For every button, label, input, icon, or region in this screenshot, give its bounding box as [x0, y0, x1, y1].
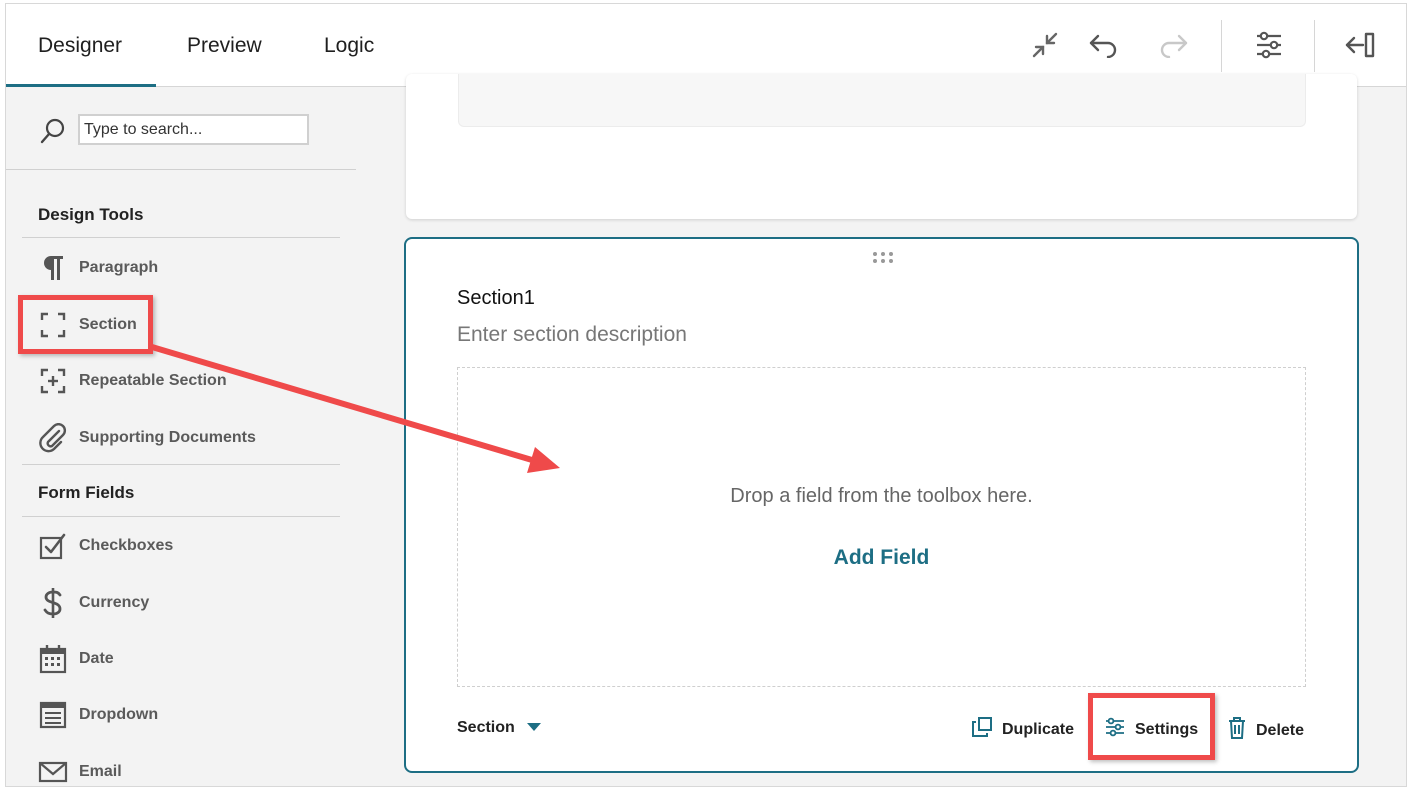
toolbox-item-dropdown[interactable]: Dropdown	[38, 698, 338, 732]
settings-label: Settings	[1135, 720, 1199, 738]
section-type-label: Section	[457, 719, 515, 736]
active-tab-indicator	[6, 84, 156, 87]
previous-card-content	[458, 74, 1306, 127]
field-drop-zone[interactable]: Drop a field from the toolbox here. Add …	[457, 367, 1306, 687]
design-tools-heading: Design Tools	[38, 205, 144, 224]
undo-icon[interactable]	[1086, 28, 1120, 62]
toolbar-divider	[1221, 20, 1222, 72]
search-input[interactable]	[78, 114, 309, 145]
redo-icon[interactable]	[1157, 28, 1191, 62]
toolbox-item-label: Repeatable Section	[79, 372, 227, 389]
toolbox-item-label: Supporting Documents	[79, 429, 256, 446]
duplicate-button[interactable]: Duplicate	[972, 717, 1074, 742]
collapse-icon[interactable]	[1028, 28, 1062, 62]
form-fields-heading: Form Fields	[38, 483, 135, 502]
checkbox-icon	[38, 531, 68, 561]
dollar-icon	[38, 588, 68, 618]
divider	[22, 237, 340, 238]
divider	[22, 516, 340, 517]
tab-preview[interactable]: Preview	[187, 4, 262, 87]
duplicate-icon	[972, 717, 992, 742]
drag-handle-icon[interactable]	[872, 251, 894, 270]
toolbox-item-label: Currency	[79, 594, 150, 611]
tab-logic[interactable]: Logic	[324, 4, 374, 87]
section-description[interactable]: Enter section description	[457, 323, 687, 347]
delete-label: Delete	[1256, 721, 1305, 739]
settings-sliders-icon	[1105, 717, 1125, 742]
toolbox-item-repeatable-section[interactable]: Repeatable Section	[38, 364, 338, 398]
toolbox-item-email[interactable]: Email	[38, 755, 338, 786]
collapse-panel-icon[interactable]	[1343, 28, 1377, 62]
settings-sliders-icon[interactable]	[1252, 28, 1286, 62]
drop-zone-text: Drop a field from the toolbox here.	[730, 485, 1033, 507]
add-field-link[interactable]: Add Field	[458, 546, 1305, 570]
toolbox-item-label: Checkboxes	[79, 537, 174, 554]
toolbox-item-label: Section	[79, 316, 137, 333]
divider	[22, 464, 340, 465]
toolbox-item-supporting-documents[interactable]: Supporting Documents	[38, 421, 338, 455]
envelope-icon	[38, 757, 68, 786]
toolbox-item-section[interactable]: Section	[38, 308, 338, 342]
form-designer: Designer Preview Logic Design Tools	[5, 3, 1407, 787]
dropdown-icon	[38, 700, 68, 730]
tab-designer[interactable]: Designer	[38, 4, 122, 87]
delete-button[interactable]: Delete	[1228, 717, 1304, 744]
section-card[interactable]: Section1 Enter section description Drop …	[404, 237, 1359, 773]
toolbox-item-label: Email	[79, 763, 122, 780]
trash-icon	[1228, 717, 1246, 744]
search-icon	[39, 117, 67, 150]
section-type-dropdown[interactable]: Section	[457, 719, 541, 737]
section-title[interactable]: Section1	[457, 287, 535, 310]
repeatable-section-icon	[38, 366, 68, 396]
toolbox-item-date[interactable]: Date	[38, 642, 338, 676]
search-row	[6, 88, 356, 170]
duplicate-label: Duplicate	[1002, 720, 1075, 738]
toolbox-item-checkboxes[interactable]: Checkboxes	[38, 529, 338, 563]
toolbox-item-label: Paragraph	[79, 259, 159, 276]
toolbox-item-label: Dropdown	[79, 706, 159, 723]
calendar-icon	[38, 644, 68, 674]
paragraph-icon	[38, 253, 68, 283]
paperclip-icon	[38, 423, 68, 453]
caret-down-icon	[526, 719, 541, 737]
toolbox-item-currency[interactable]: Currency	[38, 586, 338, 620]
toolbox-item-label: Date	[79, 650, 114, 667]
section-icon	[38, 310, 68, 340]
toolbar-divider	[1314, 20, 1315, 72]
toolbox-sidebar: Design Tools Paragraph Section Repeatabl…	[6, 88, 388, 786]
settings-button[interactable]: Settings	[1105, 717, 1198, 742]
previous-form-card	[406, 74, 1357, 219]
toolbox-item-paragraph[interactable]: Paragraph	[38, 251, 338, 285]
